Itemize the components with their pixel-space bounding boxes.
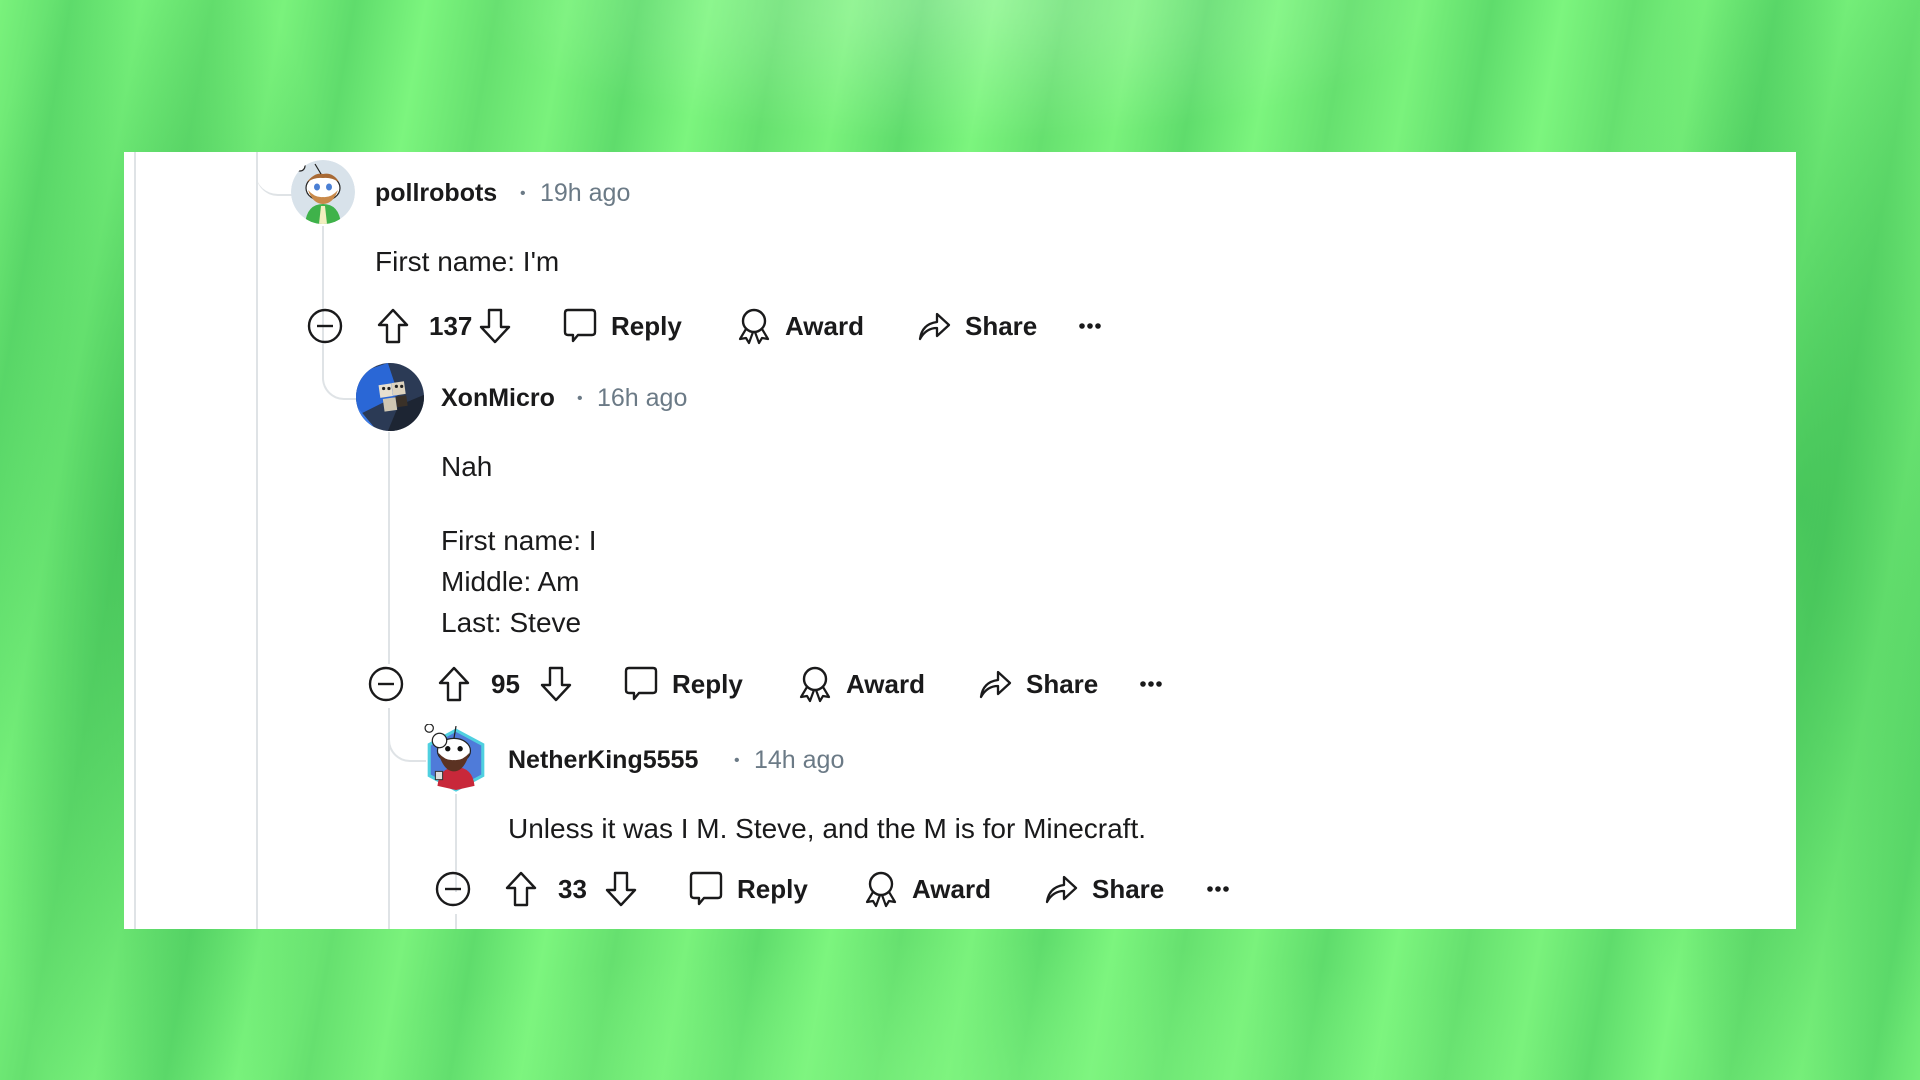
award-icon [797,665,833,703]
comment-thread-card: pollrobots • 19h ago First name: I'm 137 [124,152,1796,929]
thread-line-outer[interactable] [134,152,136,929]
reply-label: Reply [611,310,682,341]
upvote-button[interactable] [437,662,471,706]
award-label: Award [785,310,864,341]
award-button[interactable]: Award [736,304,864,348]
username[interactable]: XonMicro [441,384,555,413]
thread-line-parent[interactable] [256,152,258,929]
reply-label: Reply [672,668,743,699]
share-button[interactable]: Share [916,304,1037,348]
share-arrow-icon [916,307,952,345]
timestamp[interactable]: 19h ago [540,179,630,208]
upvote-button[interactable] [504,867,538,911]
downvote-button[interactable] [539,662,573,706]
username[interactable]: NetherKing5555 [508,746,698,775]
vote-count: 95 [491,668,520,699]
more-options-button[interactable] [1139,662,1163,706]
vote-count: 33 [558,873,587,904]
collapse-icon [434,870,472,908]
award-button[interactable]: Award [863,867,991,911]
more-options-button[interactable] [1078,304,1102,348]
comment-body-line: Unless it was I M. Steve, and the M is f… [508,813,1146,844]
share-button[interactable]: Share [1043,867,1164,911]
comment-body: Nah First name: I Middle: Am Last: Steve [441,446,597,643]
share-button[interactable]: Share [977,662,1098,706]
thread-connector-1 [256,152,294,196]
collapse-button[interactable] [367,662,405,706]
comment-body-line: First name: I [441,525,597,556]
upvote-icon [437,665,471,703]
more-dots-icon [1206,885,1230,893]
reply-label: Reply [737,873,808,904]
comment-body: First name: I'm [375,241,559,282]
share-arrow-icon [977,665,1013,703]
thread-connector-2 [322,342,360,400]
downvote-button[interactable] [478,304,512,348]
reply-button[interactable]: Reply [688,867,808,911]
avatar-netherking5555[interactable] [423,724,489,792]
comment-actions: 137 Reply Award Share [306,304,1206,348]
comment-body-line: Last: Steve [441,607,582,638]
comment-body: Unless it was I M. Steve, and the M is f… [508,808,1146,849]
reply-bubble-icon [562,307,598,345]
award-icon [863,870,899,908]
award-button[interactable]: Award [797,662,925,706]
comment-body-spacer [441,487,597,520]
reply-button[interactable]: Reply [562,304,682,348]
snoo-avatar-icon [424,724,485,792]
username[interactable]: pollrobots [375,179,497,208]
award-icon [736,307,772,345]
thread-line-comment-2[interactable] [388,432,390,664]
share-label: Share [1092,873,1165,904]
thread-connector-3 [388,708,426,762]
avatar-xonmicro[interactable] [356,363,424,431]
share-label: Share [965,310,1038,341]
avatar-pollrobots[interactable] [291,160,355,224]
downvote-icon [604,870,638,908]
share-label: Share [1026,668,1099,699]
downvote-icon [539,665,573,703]
more-dots-icon [1078,322,1102,330]
upvote-icon [376,307,410,345]
award-label: Award [912,873,991,904]
photo-avatar-icon [356,363,424,431]
reply-bubble-icon [623,665,659,703]
comment-actions: 95 Reply Award Share [367,662,1267,706]
comment-body-line: First name: I'm [375,246,560,277]
upvote-button[interactable] [376,304,410,348]
comment-body-line: Middle: Am [441,566,580,597]
timestamp[interactable]: 16h ago [597,384,687,413]
upvote-icon [504,870,538,908]
more-dots-icon [1139,680,1163,688]
award-label: Award [846,668,925,699]
snoo-avatar-icon [291,160,355,224]
thread-line-comment-3-lower[interactable] [455,914,457,929]
downvote-button[interactable] [604,867,638,911]
collapse-icon [306,307,344,345]
collapse-icon [367,665,405,703]
more-options-button[interactable] [1206,867,1230,911]
collapse-button[interactable] [434,867,472,911]
comment-body-line: Nah [441,451,493,482]
reply-button[interactable]: Reply [623,662,743,706]
meta-separator: • [577,390,583,407]
collapse-button[interactable] [306,304,344,348]
meta-separator: • [520,185,526,202]
reply-bubble-icon [688,870,724,908]
comment-actions: 33 Reply Award Share [434,867,1334,911]
vote-count: 137 [429,310,473,341]
timestamp[interactable]: 14h ago [754,746,844,775]
share-arrow-icon [1043,870,1079,908]
downvote-icon [478,307,512,345]
meta-separator: • [734,752,740,769]
